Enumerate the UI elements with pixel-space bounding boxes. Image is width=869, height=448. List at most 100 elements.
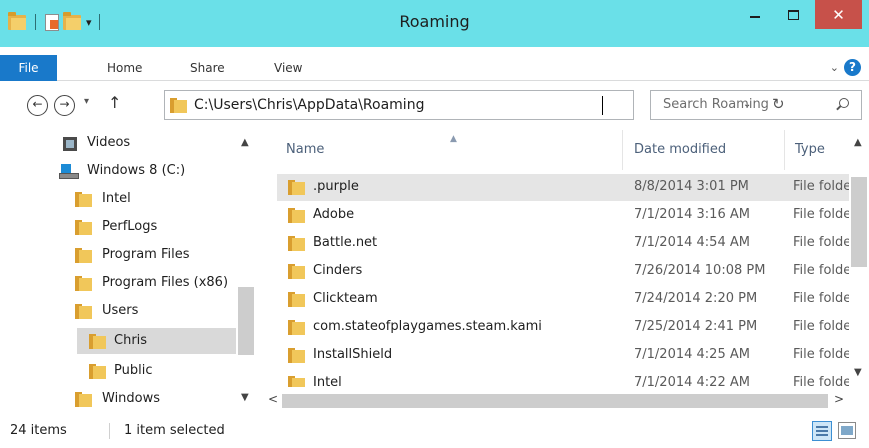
folder-icon	[288, 376, 305, 387]
column-divider[interactable]	[784, 130, 785, 170]
file-date: 7/24/2014 2:20 PM	[634, 291, 758, 306]
folder-icon	[89, 364, 106, 379]
folder-icon	[288, 180, 305, 195]
folder-icon	[288, 264, 305, 279]
title-bar[interactable]: ▾ Roaming ✕	[0, 0, 869, 47]
folder-icon	[75, 192, 92, 207]
back-button[interactable]: ←	[27, 95, 48, 116]
nav-item-program-files-x86[interactable]: Program Files (x86)	[0, 270, 236, 296]
file-row[interactable]: Adobe 7/1/2014 3:16 AM File folder	[277, 202, 849, 229]
column-headers: Name ▲ Date modified Type	[264, 130, 849, 170]
scroll-up-icon[interactable]: ▲	[854, 137, 862, 148]
nav-pane-scrollbar[interactable]: ▲ ▼	[236, 130, 256, 415]
file-type: File folder	[793, 179, 849, 194]
scrollbar-thumb[interactable]	[282, 394, 828, 408]
file-row[interactable]: Intel 7/1/2014 4:22 AM File folder	[277, 370, 849, 387]
folder-icon	[75, 248, 92, 263]
drive-icon	[59, 164, 79, 179]
nav-item-label: Public	[114, 363, 153, 378]
scroll-left-icon[interactable]: <	[268, 392, 278, 406]
file-row[interactable]: .purple 8/8/2014 3:01 PM File folder	[277, 174, 849, 201]
scroll-down-icon[interactable]: ▼	[854, 367, 862, 378]
column-header-name[interactable]: Name	[286, 142, 324, 157]
tab-share[interactable]: Share	[190, 55, 225, 81]
scroll-right-icon[interactable]: >	[834, 392, 844, 406]
minimize-button[interactable]	[740, 0, 770, 29]
column-divider[interactable]	[622, 130, 623, 170]
file-row[interactable]: InstallShield 7/1/2014 4:25 AM File fold…	[277, 342, 849, 369]
minimize-icon	[750, 15, 760, 18]
window-title: Roaming	[399, 12, 470, 31]
vertical-scrollbar[interactable]: ▲ ▼	[849, 130, 869, 385]
selection-count: 1 item selected	[124, 423, 225, 438]
horizontal-scrollbar[interactable]: < >	[264, 387, 849, 415]
ribbon-tabs: File Home Share View ⌄ ?	[0, 55, 869, 81]
column-header-date-modified[interactable]: Date modified	[634, 142, 726, 157]
file-type: File folder	[793, 347, 849, 362]
forward-button[interactable]: →	[54, 95, 75, 116]
close-button[interactable]: ✕	[815, 0, 862, 29]
file-row[interactable]: Clickteam 7/24/2014 2:20 PM File folder	[277, 286, 849, 313]
search-input[interactable]: Search Roaming	[650, 90, 862, 120]
details-view-icon[interactable]	[812, 421, 832, 441]
scrollbar-thumb[interactable]	[851, 177, 867, 267]
folder-icon	[75, 276, 92, 291]
file-date: 7/1/2014 4:25 AM	[634, 347, 750, 362]
nav-item-label: Videos	[87, 135, 131, 150]
file-row[interactable]: com.stateofplaygames.steam.kami 7/25/201…	[277, 314, 849, 341]
recent-locations-dropdown[interactable]: ▾	[84, 96, 89, 107]
maximize-icon	[787, 9, 799, 20]
help-icon[interactable]: ?	[844, 59, 861, 76]
scrollbar-thumb[interactable]	[238, 287, 254, 355]
navigation-pane: Videos Windows 8 (C:) Intel PerfLogs Pro…	[0, 130, 264, 415]
nav-item-intel[interactable]: Intel	[0, 186, 236, 212]
folder-icon	[288, 208, 305, 223]
nav-item-public[interactable]: Public	[0, 358, 236, 384]
folder-icon	[288, 320, 305, 335]
file-date: 7/1/2014 4:54 AM	[634, 235, 750, 250]
nav-item-windows-8-drive[interactable]: Windows 8 (C:)	[0, 158, 236, 184]
file-name: .purple	[313, 179, 359, 194]
folder-icon	[75, 304, 92, 319]
nav-item-label: Users	[102, 303, 139, 318]
search-placeholder: Search Roaming	[663, 97, 769, 112]
sort-ascending-icon: ▲	[450, 134, 457, 144]
file-name: Adobe	[313, 207, 355, 222]
file-row[interactable]: Battle.net 7/1/2014 4:54 AM File folder	[277, 230, 849, 257]
search-icon[interactable]	[839, 98, 849, 108]
nav-item-chris[interactable]: Chris	[77, 328, 236, 354]
large-icons-view-icon[interactable]	[838, 422, 856, 439]
expand-ribbon-chevron-icon[interactable]: ⌄	[830, 55, 839, 81]
scroll-down-icon[interactable]: ▼	[241, 392, 249, 403]
tab-home[interactable]: Home	[107, 55, 142, 81]
maximize-button[interactable]	[778, 0, 808, 29]
tab-view[interactable]: View	[274, 55, 302, 81]
file-name: Battle.net	[313, 235, 378, 250]
status-separator	[109, 423, 110, 439]
file-date: 7/1/2014 4:22 AM	[634, 375, 750, 387]
nav-item-label: Windows 8 (C:)	[87, 163, 186, 178]
file-type: File folder	[793, 207, 849, 222]
nav-item-perflogs[interactable]: PerfLogs	[0, 214, 236, 240]
file-row[interactable]: Cinders 7/26/2014 10:08 PM File folder	[277, 258, 849, 285]
file-name: InstallShield	[313, 347, 393, 362]
nav-item-windows[interactable]: Windows	[0, 386, 236, 412]
file-type: File folder	[793, 319, 849, 334]
up-button[interactable]: ↑	[108, 93, 121, 112]
scroll-up-icon[interactable]: ▲	[241, 137, 249, 148]
address-path[interactable]: C:\Users\Chris\AppData\Roaming	[194, 97, 424, 113]
folder-icon	[288, 348, 305, 363]
nav-item-users[interactable]: Users	[0, 298, 236, 324]
scrollbar-corner	[849, 387, 869, 415]
nav-item-label: Program Files (x86)	[102, 275, 229, 290]
file-name: Clickteam	[313, 291, 378, 306]
file-name: Cinders	[313, 263, 363, 278]
file-date: 7/1/2014 3:16 AM	[634, 207, 750, 222]
column-header-type[interactable]: Type	[795, 142, 825, 157]
address-bar[interactable]: C:\Users\Chris\AppData\Roaming ⌄ ↻	[164, 90, 785, 120]
nav-item-videos[interactable]: Videos	[0, 130, 236, 156]
nav-item-program-files[interactable]: Program Files	[0, 242, 236, 268]
nav-item-label: PerfLogs	[102, 219, 158, 234]
tab-file[interactable]: File	[0, 55, 57, 81]
nav-item-label: Program Files	[102, 247, 190, 262]
